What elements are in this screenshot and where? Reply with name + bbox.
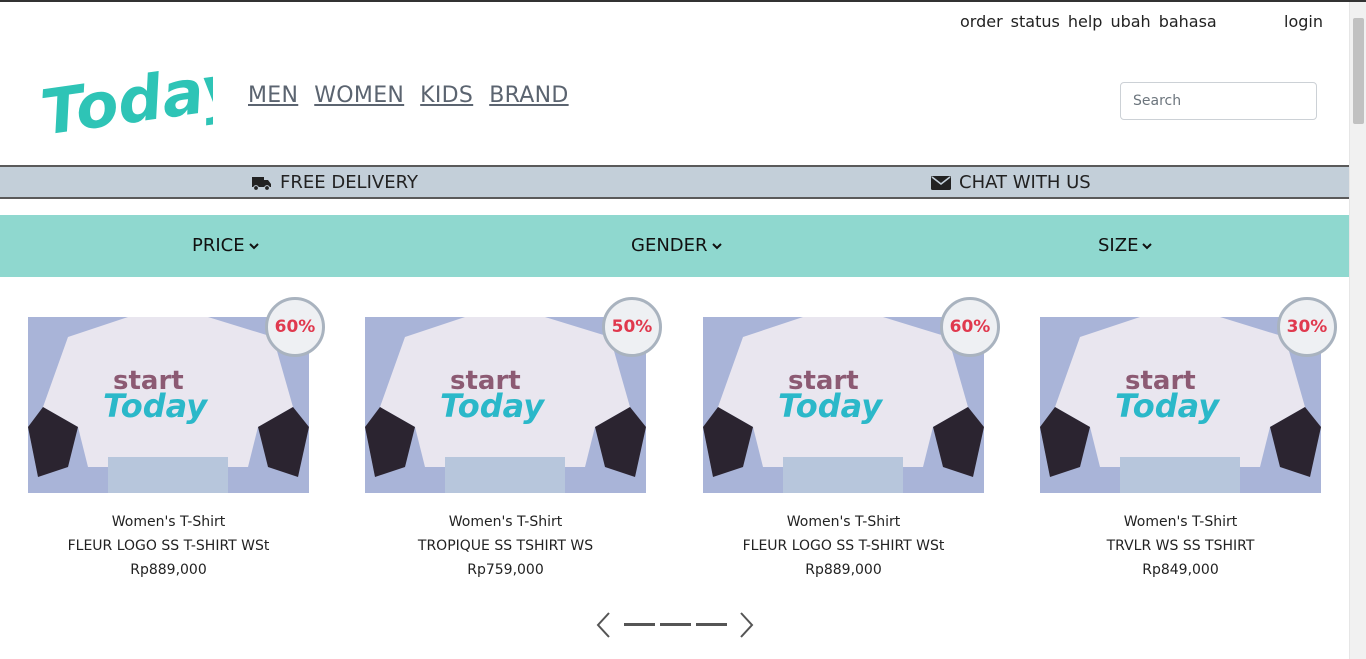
top-border [0,0,1366,2]
product-price: Rp889,000 [130,562,207,578]
discount-badge: 50% [602,297,662,357]
truck-icon [252,176,271,191]
carousel-indicator[interactable] [660,623,691,626]
free-delivery-label: FREE DELIVERY [280,172,418,193]
chevron-down-icon [711,242,722,249]
product-name[interactable]: FLEUR LOGO SS T-SHIRT WSt [28,534,309,558]
link-help[interactable]: help [1068,12,1103,31]
tshirt-photo: start Today [703,317,984,493]
svg-text:Today: Today [778,387,883,425]
filter-gender-label: GENDER [631,235,708,256]
filter-price[interactable]: PRICE [192,235,259,256]
scrollbar-thumb[interactable] [1353,18,1364,124]
chevron-down-icon [1142,242,1153,249]
nav-kids[interactable]: KIDS [420,83,473,108]
tshirt-photo: start Today [28,317,309,493]
product-info: Women's T-Shirt FLEUR LOGO SS T-SHIRT WS… [28,510,309,582]
chat-label: CHAT WITH US [959,172,1091,193]
product-price: Rp889,000 [805,562,882,578]
carousel-controls [594,611,756,639]
product-name[interactable]: TROPIQUE SS TSHIRT WS [365,534,646,558]
product-name[interactable]: TRVLR WS SS TSHIRT [1040,534,1321,558]
discount-badge: 60% [940,297,1000,357]
filter-size-label: SIZE [1098,235,1139,256]
product-price: Rp759,000 [467,562,544,578]
svg-text:Today: Today [103,387,208,425]
product-name[interactable]: FLEUR LOGO SS T-SHIRT WSt [703,534,984,558]
nav-brand[interactable]: BRAND [489,83,568,108]
link-bahasa[interactable]: bahasa [1159,12,1217,31]
product-info: Women's T-Shirt TRVLR WS SS TSHIRT Rp849… [1040,510,1321,582]
page-scrollbar[interactable] [1349,2,1366,659]
tshirt-photo: start Today [1040,317,1321,493]
svg-text:Today: Today [440,387,545,425]
product-image[interactable]: start Today [28,317,309,493]
product-category: Women's T-Shirt [1123,514,1238,530]
product-image[interactable]: start Today [1040,317,1321,493]
link-order[interactable]: order [960,12,1003,31]
nav-women[interactable]: WOMEN [314,83,404,108]
login-link[interactable]: login [1284,12,1323,31]
link-ubah[interactable]: ubah [1110,12,1150,31]
main-nav: MEN WOMEN KIDS BRAND [248,83,569,108]
carousel-indicator[interactable] [624,623,655,626]
filter-size[interactable]: SIZE [1098,235,1153,256]
nav-men[interactable]: MEN [248,83,298,108]
chat-with-us[interactable]: CHAT WITH US [931,172,1091,193]
discount-badge: 60% [265,297,325,357]
chevron-down-icon [248,242,259,249]
brand-logo[interactable]: Today [37,46,249,150]
product-price: Rp849,000 [1142,562,1219,578]
product-category: Women's T-Shirt [448,514,563,530]
product-image[interactable]: start Today [365,317,646,493]
today-logo-graphic: Today [37,49,249,150]
product-category: Women's T-Shirt [111,514,226,530]
svg-text:Today: Today [38,49,213,141]
free-delivery[interactable]: FREE DELIVERY [252,172,418,193]
product-image[interactable]: start Today [703,317,984,493]
product-info: Women's T-Shirt FLEUR LOGO SS T-SHIRT WS… [703,510,984,582]
carousel-indicator[interactable] [696,623,727,626]
product-category: Women's T-Shirt [786,514,901,530]
discount-badge: 30% [1277,297,1337,357]
product-info: Women's T-Shirt TROPIQUE SS TSHIRT WS Rp… [365,510,646,582]
chevron-left-icon[interactable] [594,611,612,639]
tshirt-photo: start Today [365,317,646,493]
filter-gender[interactable]: GENDER [631,235,722,256]
filter-price-label: PRICE [192,235,245,256]
envelope-icon [931,175,951,190]
search-input[interactable] [1120,82,1317,120]
chevron-right-icon[interactable] [738,611,756,639]
filter-bar: PRICE GENDER SIZE [0,215,1349,277]
link-status[interactable]: status [1011,12,1060,31]
utility-links: order status help ubah bahasa [960,12,1217,31]
info-bar: FREE DELIVERY CHAT WITH US [0,165,1349,199]
svg-text:Today: Today [1115,387,1220,425]
